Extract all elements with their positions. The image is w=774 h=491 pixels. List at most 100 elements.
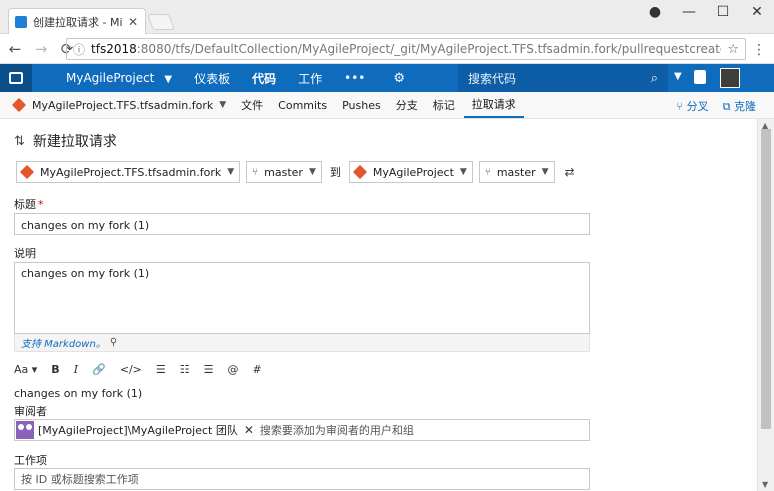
browser-titlebar: 创建拉取请求 - Microso ✕ ● — ☐ ✕: [0, 0, 774, 34]
account-icon[interactable]: ●: [646, 4, 664, 20]
git-repo-icon: [352, 164, 367, 180]
nav-dashboard[interactable]: 仪表板: [194, 70, 230, 87]
fork-button[interactable]: ⑂ 分叉: [677, 98, 709, 114]
repo-selector[interactable]: MyAgileProject.TFS.tfsadmin.fork ▼: [0, 92, 226, 118]
back-arrow-icon[interactable]: ←: [4, 40, 26, 58]
url-path: :8080/tfs/DefaultCollection/MyAgileProje…: [136, 42, 722, 56]
page-title-text: 新建拉取请求: [32, 134, 117, 150]
reviewer-chip-label: [MyAgileProject]\MyAgileProject 团队: [38, 424, 238, 437]
target-repo-name: MyAgileProject: [372, 165, 454, 179]
git-repo-icon: [11, 97, 27, 113]
target-repo-dropdown[interactable]: MyAgileProject ▼: [348, 161, 473, 183]
code-button[interactable]: </>: [120, 363, 142, 376]
browser-menu-icon[interactable]: ⋮: [752, 42, 766, 58]
team-icon: [16, 421, 34, 439]
source-repo-dropdown[interactable]: MyAgileProject.TFS.tfsadmin.fork ▼: [16, 161, 241, 183]
code-sub-nav: MyAgileProject.TFS.tfsadmin.fork ▼ 文件 Co…: [0, 92, 774, 119]
search-icon[interactable]: ⌕: [651, 71, 658, 86]
tab-files[interactable]: 文件: [241, 92, 263, 118]
bulleted-list-button[interactable]: ☰: [156, 363, 166, 376]
project-selector[interactable]: MyAgileProject ▼: [66, 71, 172, 85]
info-icon[interactable]: ⓘ: [73, 41, 85, 58]
bookmark-star-icon[interactable]: ☆: [727, 42, 739, 57]
markdown-hint: 支持 Markdown。 ⚲: [14, 334, 590, 352]
scrollbar-thumb[interactable]: [761, 129, 771, 429]
description-textarea[interactable]: changes on my fork (1): [14, 262, 590, 334]
fork-label: 分叉: [686, 100, 709, 113]
reviewers-field[interactable]: [MyAgileProject]\MyAgileProject 团队 ✕ 搜索要…: [14, 419, 590, 441]
chevron-down-icon: ▼: [164, 74, 173, 85]
bold-button[interactable]: B: [51, 363, 59, 376]
font-size-button[interactable]: Aa ▾: [14, 363, 37, 376]
tab-pushes[interactable]: Pushes: [342, 92, 381, 118]
nav-work[interactable]: 工作: [298, 70, 322, 87]
git-repo-icon: [19, 164, 35, 180]
scroll-down-arrow-icon[interactable]: ▼: [762, 480, 768, 489]
required-marker: *: [38, 198, 44, 211]
tfs-favicon-icon: [15, 15, 27, 28]
tab-commits[interactable]: Commits: [278, 92, 327, 118]
url-host: tfs2018: [91, 42, 137, 56]
close-window-button[interactable]: ✕: [748, 4, 766, 20]
fork-icon: ⑂: [676, 100, 687, 113]
tab-pull-requests[interactable]: 拉取请求: [463, 92, 524, 118]
nav-more[interactable]: •••: [344, 71, 365, 85]
gear-icon[interactable]: ⚙: [393, 71, 405, 86]
attach-icon[interactable]: ⚲: [110, 337, 117, 348]
user-avatar[interactable]: [720, 68, 740, 88]
target-branch-dropdown[interactable]: ⑂ master ▼: [478, 161, 555, 183]
numbered-list-button[interactable]: ☷: [180, 363, 190, 376]
address-bar: ← → ⟳ ⓘ tfs2018:8080/tfs/DefaultCollecti…: [0, 34, 774, 64]
tfs-top-nav: MyAgileProject ▼ 仪表板 代码 工作 ••• ⚙ 搜索代码 ⌕ ▼: [0, 64, 774, 92]
tfs-logo-icon[interactable]: [0, 64, 32, 92]
search-scope-chevron-icon[interactable]: ▼: [674, 71, 682, 82]
task-list-button[interactable]: ☰: [204, 363, 214, 376]
project-name: MyAgileProject: [66, 71, 155, 85]
maximize-button[interactable]: ☐: [714, 4, 732, 20]
url-text: tfs2018:8080/tfs/DefaultCollection/MyAgi…: [91, 42, 721, 56]
search-placeholder: 搜索代码: [468, 71, 517, 86]
source-branch-name: master: [264, 165, 303, 179]
new-tab-button[interactable]: [147, 14, 175, 30]
workitems-placeholder: 按 ID 或标题搜索工作项: [21, 473, 139, 486]
swap-branches-icon[interactable]: ⇄: [565, 165, 575, 179]
page-title: ⇅ 新建拉取请求: [14, 131, 117, 151]
work-item-link-button[interactable]: #: [253, 363, 262, 376]
title-label: 标题 *: [14, 196, 44, 212]
link-button[interactable]: 🔗: [92, 363, 106, 376]
title-label-text: 标题: [14, 198, 36, 211]
minimize-button[interactable]: —: [680, 4, 698, 20]
branch-icon: ⑂: [252, 166, 259, 178]
remove-reviewer-icon[interactable]: ✕: [244, 423, 254, 437]
url-input[interactable]: ⓘ tfs2018:8080/tfs/DefaultCollection/MyA…: [66, 38, 746, 60]
clone-button[interactable]: ⧉ 克隆: [723, 98, 756, 114]
page-scrollbar[interactable]: ▲ ▼: [757, 119, 774, 491]
tab-title: 创建拉取请求 - Microso: [33, 15, 123, 29]
description-preview: changes on my fork (1): [14, 387, 143, 400]
chevron-down-icon: ▼: [308, 167, 316, 177]
italic-button[interactable]: I: [74, 363, 78, 376]
clone-icon: ⧉: [722, 100, 734, 113]
mention-button[interactable]: @: [228, 363, 239, 376]
marketplace-bag-icon[interactable]: [694, 70, 706, 84]
code-search-box[interactable]: 搜索代码 ⌕: [458, 64, 668, 92]
markdown-link[interactable]: 支持 Markdown。: [21, 335, 106, 350]
source-branch-dropdown[interactable]: ⑂ master ▼: [246, 161, 322, 183]
chevron-down-icon: ▼: [541, 167, 549, 177]
chevron-down-icon: ▼: [459, 167, 467, 177]
title-input[interactable]: changes on my fork (1): [14, 213, 590, 235]
window-controls: ● — ☐ ✕: [646, 4, 766, 20]
chevron-down-icon: ▼: [219, 100, 227, 110]
workitems-label: 工作项: [14, 454, 47, 467]
nav-code[interactable]: 代码: [252, 70, 276, 87]
tab-tags[interactable]: 标记: [433, 92, 455, 118]
to-label: 到: [329, 166, 341, 179]
main-content: ⇅ 新建拉取请求 MyAgileProject.TFS.tfsadmin.for…: [0, 119, 757, 491]
clone-label: 克隆: [734, 100, 756, 113]
tab-branches[interactable]: 分支: [396, 92, 418, 118]
forward-arrow-icon[interactable]: →: [30, 40, 52, 58]
workitems-search-input[interactable]: 按 ID 或标题搜索工作项: [14, 468, 590, 490]
close-tab-icon[interactable]: ✕: [127, 15, 139, 29]
browser-tab[interactable]: 创建拉取请求 - Microso ✕: [8, 8, 146, 34]
reviewers-label: 审阅者: [14, 405, 47, 418]
